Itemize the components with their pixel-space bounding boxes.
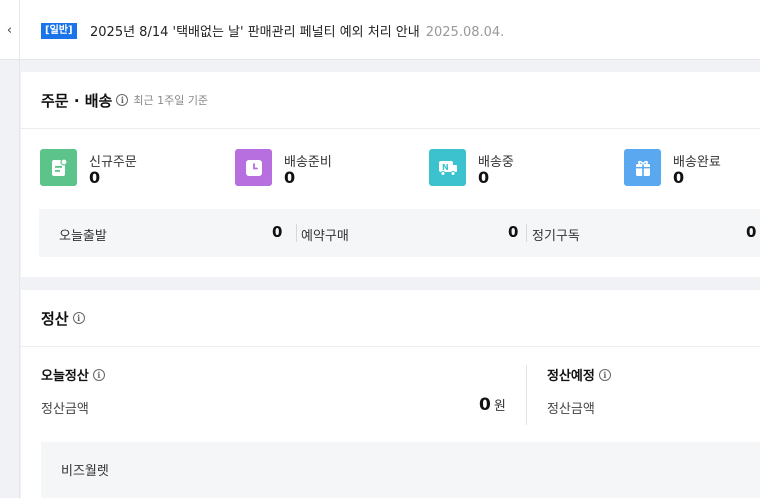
sub-label: 정기구독: [532, 229, 580, 244]
settlement-header: 정산 i: [21, 290, 760, 347]
info-icon[interactable]: i: [116, 94, 129, 106]
new-order-icon: [40, 149, 77, 186]
order-sub-stats: 오늘출발 0 예약구매 0 정기구독 0: [39, 209, 760, 257]
notice-badge: [일반]: [41, 23, 77, 39]
chevron-left-icon: ‹: [6, 22, 13, 38]
amount-number: 0: [479, 395, 491, 415]
stat-value: 0: [673, 168, 685, 187]
settlement-amount-value[interactable]: 0원: [479, 395, 506, 415]
scheduled-amount-label: 정산금액: [547, 402, 595, 417]
svg-text:N: N: [442, 163, 449, 172]
bizwallet-row[interactable]: 비즈월렛: [41, 442, 760, 498]
gift-box-icon: [624, 149, 661, 186]
collapse-button[interactable]: ‹: [0, 0, 20, 60]
today-settlement: 오늘정산 i 정산금액 0원: [41, 365, 526, 417]
today-settlement-title: 오늘정산 i: [41, 365, 526, 384]
notice-title: 2025년 8/14 '택배없는 날' 판매관리 페널티 예외 처리 안내: [90, 25, 420, 40]
orders-title: 주문 · 배송: [41, 91, 113, 110]
sub-label: 예약구매: [301, 229, 349, 244]
info-icon[interactable]: i: [598, 368, 611, 381]
sub-value: 0: [746, 223, 757, 241]
stat-value: 0: [284, 168, 296, 187]
scheduled-settlement: 정산예정 i 정산금액: [547, 365, 760, 417]
sub-subscription[interactable]: 정기구독 0: [527, 209, 760, 257]
sub-value: 0: [508, 223, 519, 241]
divider: [526, 365, 527, 425]
left-strip: [0, 60, 20, 498]
sub-reservation[interactable]: 예약구매 0: [297, 209, 527, 257]
bizwallet-label: 비즈월렛: [61, 464, 109, 479]
orders-header: 주문 · 배송 i 최근 1주일 기준: [21, 72, 760, 129]
info-icon[interactable]: i: [72, 312, 85, 324]
scheduled-settlement-title: 정산예정 i: [547, 365, 760, 384]
settlement-amount-label: 정산금액: [41, 402, 89, 417]
settlement-card: 정산 i 오늘정산 i 정산금액 0원 정산예정 i 정산금액 비즈월렛: [21, 290, 760, 498]
today-settlement-heading: 오늘정산: [41, 369, 89, 384]
sub-label: 오늘출발: [59, 229, 107, 244]
settlement-title: 정산: [41, 309, 69, 328]
info-icon[interactable]: i: [92, 368, 105, 381]
notice-bar: ‹ [일반] 2025년 8/14 '택배없는 날' 판매관리 페널티 예외 처…: [0, 0, 760, 60]
stat-value: 0: [478, 168, 490, 187]
notice-date: 2025.08.04.: [425, 25, 505, 40]
stat-value: 0: [89, 168, 101, 187]
orders-card: 주문 · 배송 i 최근 1주일 기준 신규주문 0 배송준비 0 N 배송중 …: [21, 72, 760, 277]
order-stats: 신규주문 0 배송준비 0 N 배송중 0 배송완료 0: [40, 147, 760, 197]
notice-link[interactable]: 2025년 8/14 '택배없는 날' 판매관리 페널티 예외 처리 안내 202…: [90, 21, 504, 40]
amount-unit: 원: [493, 399, 506, 414]
clock-icon: [235, 149, 272, 186]
sub-value: 0: [272, 223, 283, 241]
sub-today-departure[interactable]: 오늘출발 0: [39, 209, 301, 257]
delivery-truck-icon: N: [429, 149, 466, 186]
orders-subtitle: 최근 1주일 기준: [133, 94, 209, 107]
scheduled-settlement-heading: 정산예정: [547, 369, 595, 384]
